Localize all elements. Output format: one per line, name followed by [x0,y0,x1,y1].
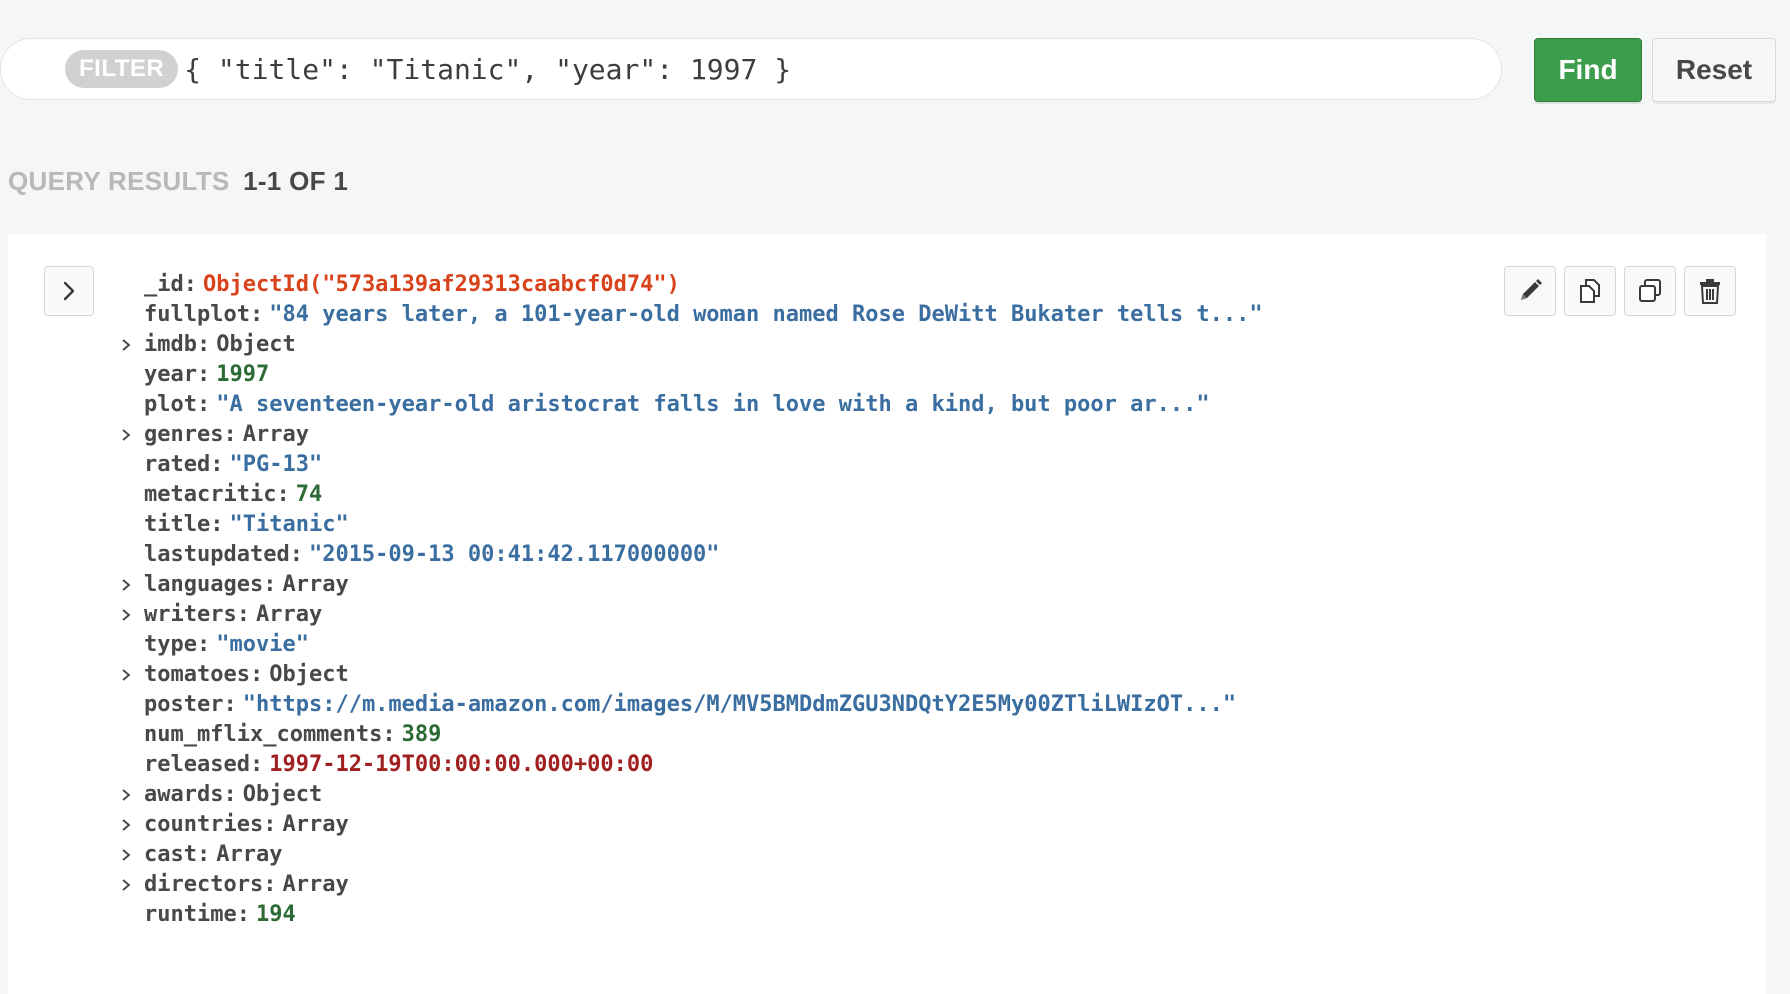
field-key: poster: "https://m.media-amazon.com/image… [144,692,1237,717]
field-value: 194 [255,902,296,927]
field-value: 1997-12-19T00:00:00.000+00:00 [269,752,654,777]
field-key: countries: Array [144,812,349,837]
field-value: "A seventeen-year-old aristocrat falls i… [216,392,1210,417]
reset-button[interactable]: Reset [1652,38,1776,102]
query-results-count: 1-1 OF 1 [243,166,349,196]
field-key: lastupdated: "2015-09-13 00:41:42.1170000… [144,542,720,567]
pencil-icon [1521,279,1542,300]
field-value: Array [255,602,323,627]
field-value: "movie" [216,632,309,657]
field-key: runtime: 194 [144,902,296,927]
edit-document-button[interactable] [1504,266,1556,316]
caret-right-icon[interactable] [120,608,132,622]
field-key: writers: Array [144,602,323,627]
field-key: _id: ObjectId("573a139af29313caabcf0d74") [144,272,680,297]
field-key: released: 1997-12-19T00:00:00.000+00:00 [144,752,654,777]
field-value: 1997 [216,362,270,387]
field-value: Array [216,842,283,867]
caret-right-icon[interactable] [120,788,132,802]
field-value: "https://m.media-amazon.com/images/M/MV5… [242,692,1237,717]
field-value: "Titanic" [229,512,349,537]
field-key: year: 1997 [144,362,270,387]
field-key: plot: "A seventeen-year-old aristocrat fa… [144,392,1210,417]
field-value: Array [282,812,349,837]
delete-document-button[interactable] [1684,266,1736,316]
filter-badge: FILTER [65,50,179,88]
field-key: cast: Array [144,842,283,867]
field-key: directors: Array [144,872,349,897]
field-key: awards: Object [144,782,323,807]
field-key: languages: Array [144,572,349,597]
field-value: Array [282,872,349,897]
caret-right-icon[interactable] [120,878,132,892]
field-value: ObjectId("573a139af29313caabcf0d74") [203,272,680,297]
field-value: Array [282,572,349,597]
filter-bar: FILTER [0,38,1502,100]
copy-document-button[interactable] [1564,266,1616,316]
query-results-label: QUERY RESULTS [8,166,230,196]
expand-document-button[interactable] [44,266,94,316]
caret-right-icon[interactable] [120,668,132,682]
caret-right-icon[interactable] [120,848,132,862]
chevron-right-icon [63,281,75,301]
caret-right-icon[interactable] [120,338,132,352]
field-value: 74 [295,482,323,507]
field-value: "PG-13" [229,452,323,477]
caret-right-icon[interactable] [120,818,132,832]
field-value: "2015-09-13 00:41:42.117000000" [308,542,720,567]
filter-query-input[interactable] [184,52,1385,86]
field-value: Object [242,782,323,807]
field-key: rated: "PG-13" [144,452,323,477]
document-actions [1504,266,1736,316]
field-key: title: "Titanic" [144,512,349,537]
field-value: Object [269,662,349,687]
field-key: metacritic: 74 [144,482,323,507]
field-key: type: "movie" [144,632,309,657]
field-value: 389 [401,722,442,747]
field-key: genres: Array [144,422,309,447]
field-key: tomatoes: Object [144,662,349,687]
caret-right-icon[interactable] [120,428,132,442]
field-key: fullplot: "84 years later, a 101-year-old… [144,302,1263,327]
clone-document-icon [1639,279,1661,302]
copy-document-icon [1580,279,1600,303]
caret-right-icon[interactable] [120,578,132,592]
document-card: _id: ObjectId("573a139af29313caabcf0d74")… [8,234,1766,994]
find-button[interactable]: Find [1534,38,1642,102]
field-value: Object [216,332,296,357]
field-key: num_mflix_comments: 389 [144,722,442,747]
trash-icon [1700,279,1720,304]
field-value: Array [242,422,309,447]
query-results-header: QUERY RESULTS 1-1 OF 1 [8,166,348,197]
field-value: "84 years later, a 101-year-old woman na… [269,302,1263,327]
field-key: imdb: Object [144,332,296,357]
clone-document-button[interactable] [1624,266,1676,316]
